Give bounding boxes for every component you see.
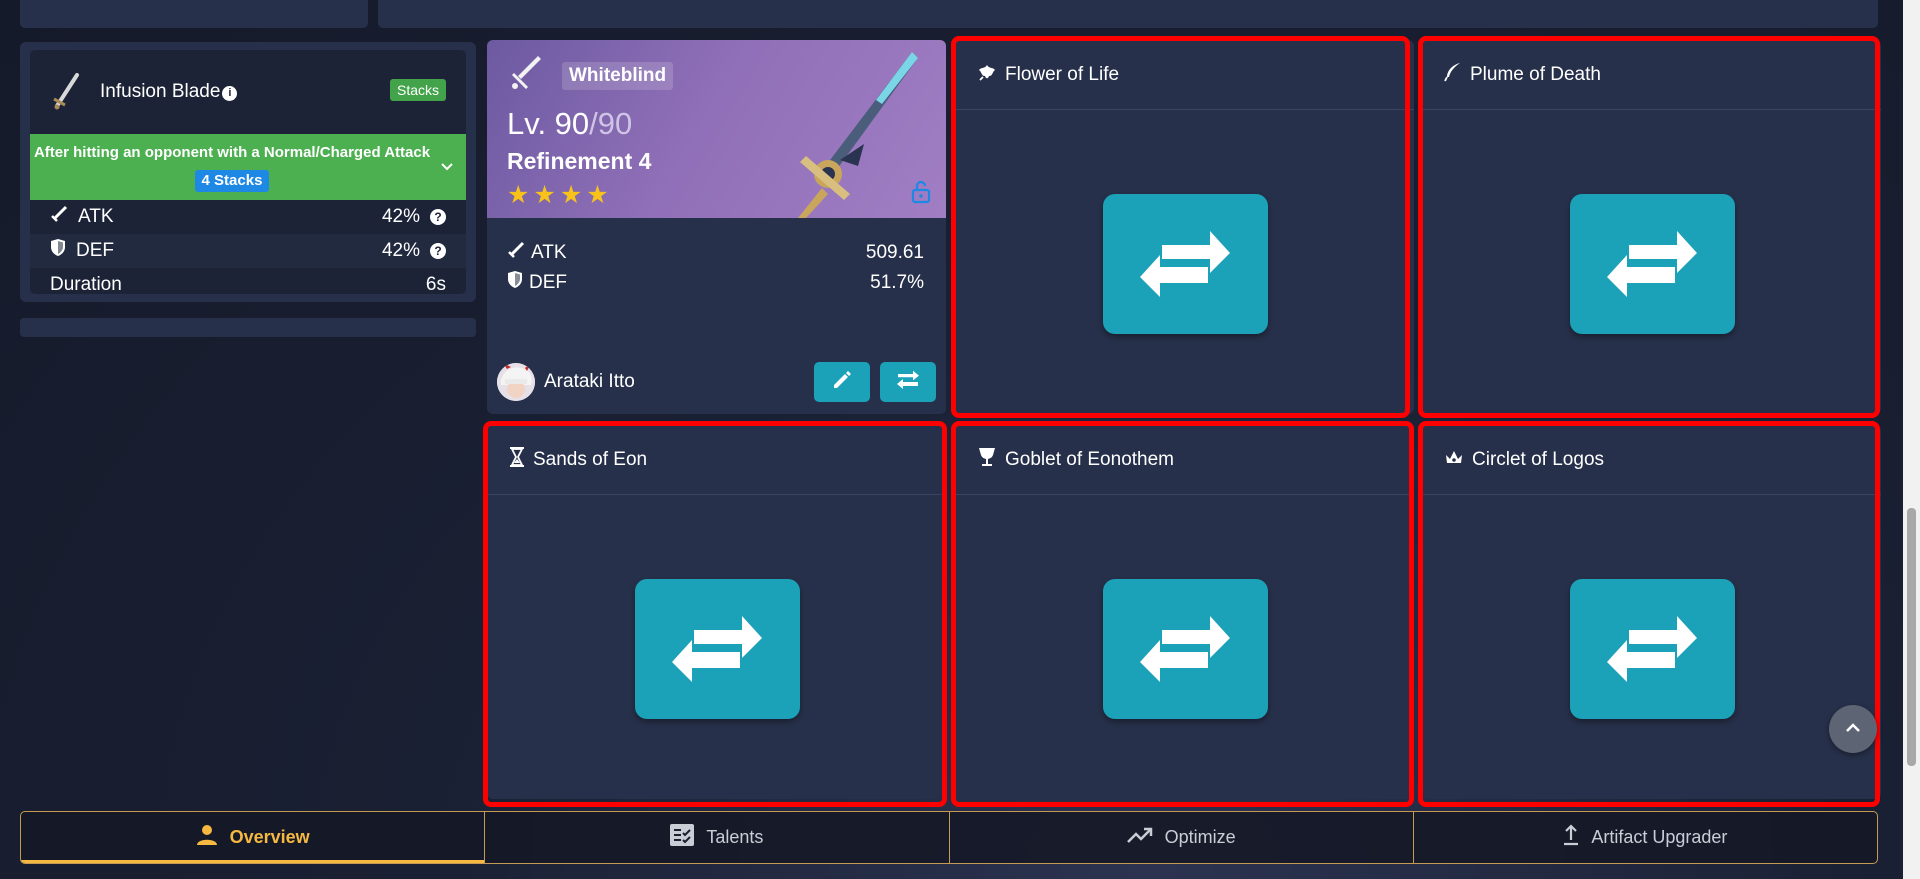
scrollbar-thumb[interactable] xyxy=(1907,508,1916,766)
edit-weapon-button[interactable] xyxy=(814,362,870,402)
passive-stat-def: DEF 42% ? xyxy=(30,234,466,268)
left-panel-footer-bar xyxy=(20,318,476,337)
condition-text: After hitting an opponent with a Normal/… xyxy=(33,144,431,161)
help-icon[interactable]: ? xyxy=(430,243,446,259)
top-left-card-fragment xyxy=(20,0,368,28)
tab-talents[interactable]: Talents xyxy=(485,812,950,863)
stat-value: 6s xyxy=(425,274,446,294)
tab-overview[interactable]: Overview xyxy=(21,812,486,863)
chevron-down-icon[interactable] xyxy=(440,159,454,176)
stat-value: 42% xyxy=(381,240,420,261)
passive-condition-toggle[interactable]: After hitting an opponent with a Normal/… xyxy=(30,134,466,200)
stat-label-text: DEF xyxy=(76,240,114,261)
condition-stacks-badge: 4 Stacks xyxy=(194,170,270,192)
weapon-stat-def: DEF 51.7% xyxy=(507,268,924,298)
weapon-stat-value: 509.61 xyxy=(865,242,924,263)
shield-icon xyxy=(507,271,523,295)
passive-title-text: Infusion Blade xyxy=(100,81,221,102)
weapon-stat-label-text: DEF xyxy=(529,272,567,293)
weapon-image xyxy=(784,48,924,218)
unlock-icon[interactable] xyxy=(910,180,932,209)
weapon-banner[interactable]: Whiteblind Lv. 90/90 Refinement 4 ★★★★ xyxy=(487,40,946,218)
weapon-level-current: Lv. 90 xyxy=(507,106,590,141)
info-icon[interactable]: i xyxy=(222,86,238,101)
scroll-to-top-button[interactable] xyxy=(1829,705,1877,753)
weapon-stat-atk: ATK 509.61 xyxy=(507,238,924,268)
passive-title: Infusion Blade i xyxy=(100,81,238,103)
tab-artifact-upgrader[interactable]: Artifact Upgrader xyxy=(1414,812,1877,863)
claymore-type-icon xyxy=(509,56,545,92)
highlight-outline-plume xyxy=(1418,36,1880,418)
stat-label: DEF xyxy=(50,239,382,263)
sword-icon xyxy=(50,205,68,229)
person-icon xyxy=(196,824,218,851)
pencil-icon xyxy=(831,369,853,396)
tab-label: Artifact Upgrader xyxy=(1591,827,1728,847)
weapon-name: Whiteblind xyxy=(562,62,674,90)
page-scrollbar[interactable] xyxy=(1903,0,1920,879)
swap-arrows-icon xyxy=(896,370,920,395)
checklist-icon xyxy=(670,824,695,851)
passive-stat-atk: ATK 42% ? xyxy=(30,200,466,234)
stat-label: Duration xyxy=(50,274,122,294)
swap-weapon-button[interactable] xyxy=(880,362,936,402)
tab-label: Optimize xyxy=(1164,827,1236,847)
claymore-icon xyxy=(48,70,84,114)
weapon-level: Lv. 90/90 xyxy=(507,106,632,142)
top-right-card-fragment xyxy=(378,0,1878,28)
highlight-outline-sands xyxy=(483,421,947,807)
passive-card: Infusion Blade i Stacks After hitting an … xyxy=(30,50,466,294)
stat-value: 42% xyxy=(381,206,420,227)
bottom-tab-bar: Overview Talents Optimize Artifact Upgra… xyxy=(20,811,1878,864)
weapon-stat-label-text: ATK xyxy=(531,242,567,263)
condition-text-block: After hitting an opponent with a Normal/… xyxy=(30,139,434,195)
weapon-stat-label: ATK xyxy=(507,241,866,265)
highlight-outline-goblet xyxy=(951,421,1414,807)
shield-icon xyxy=(50,239,66,263)
tab-optimize[interactable]: Optimize xyxy=(950,812,1414,863)
weapon-stat-label: DEF xyxy=(507,271,870,295)
help-icon[interactable]: ? xyxy=(430,209,446,225)
trending-up-icon xyxy=(1126,827,1153,848)
stacks-badge: Stacks xyxy=(389,79,446,101)
weapon-passive-panel: Infusion Blade i Stacks After hitting an … xyxy=(20,42,476,302)
weapon-stat-value: 51.7% xyxy=(870,272,924,293)
weapon-rarity-stars: ★★★★ xyxy=(507,181,613,209)
stat-label: ATK xyxy=(50,205,382,229)
weapon-card: Whiteblind Lv. 90/90 Refinement 4 ★★★★ A… xyxy=(487,40,946,414)
weapon-refinement: Refinement 4 xyxy=(507,148,652,174)
equipped-character-name: Arataki Itto xyxy=(544,371,635,392)
highlight-outline-circlet xyxy=(1418,421,1880,807)
weapon-footer: Arataki Itto xyxy=(497,360,936,404)
highlight-outline-flower xyxy=(951,36,1410,418)
stat-label-text: ATK xyxy=(78,206,114,227)
upload-icon xyxy=(1563,824,1579,851)
tab-label: Talents xyxy=(706,827,764,847)
weapon-level-max: /90 xyxy=(589,106,633,141)
tab-label: Overview xyxy=(229,827,310,847)
sword-icon xyxy=(507,241,525,265)
chevron-up-icon xyxy=(1844,720,1862,738)
passive-stat-duration: Duration 6s xyxy=(30,268,466,294)
character-avatar[interactable] xyxy=(497,363,535,401)
